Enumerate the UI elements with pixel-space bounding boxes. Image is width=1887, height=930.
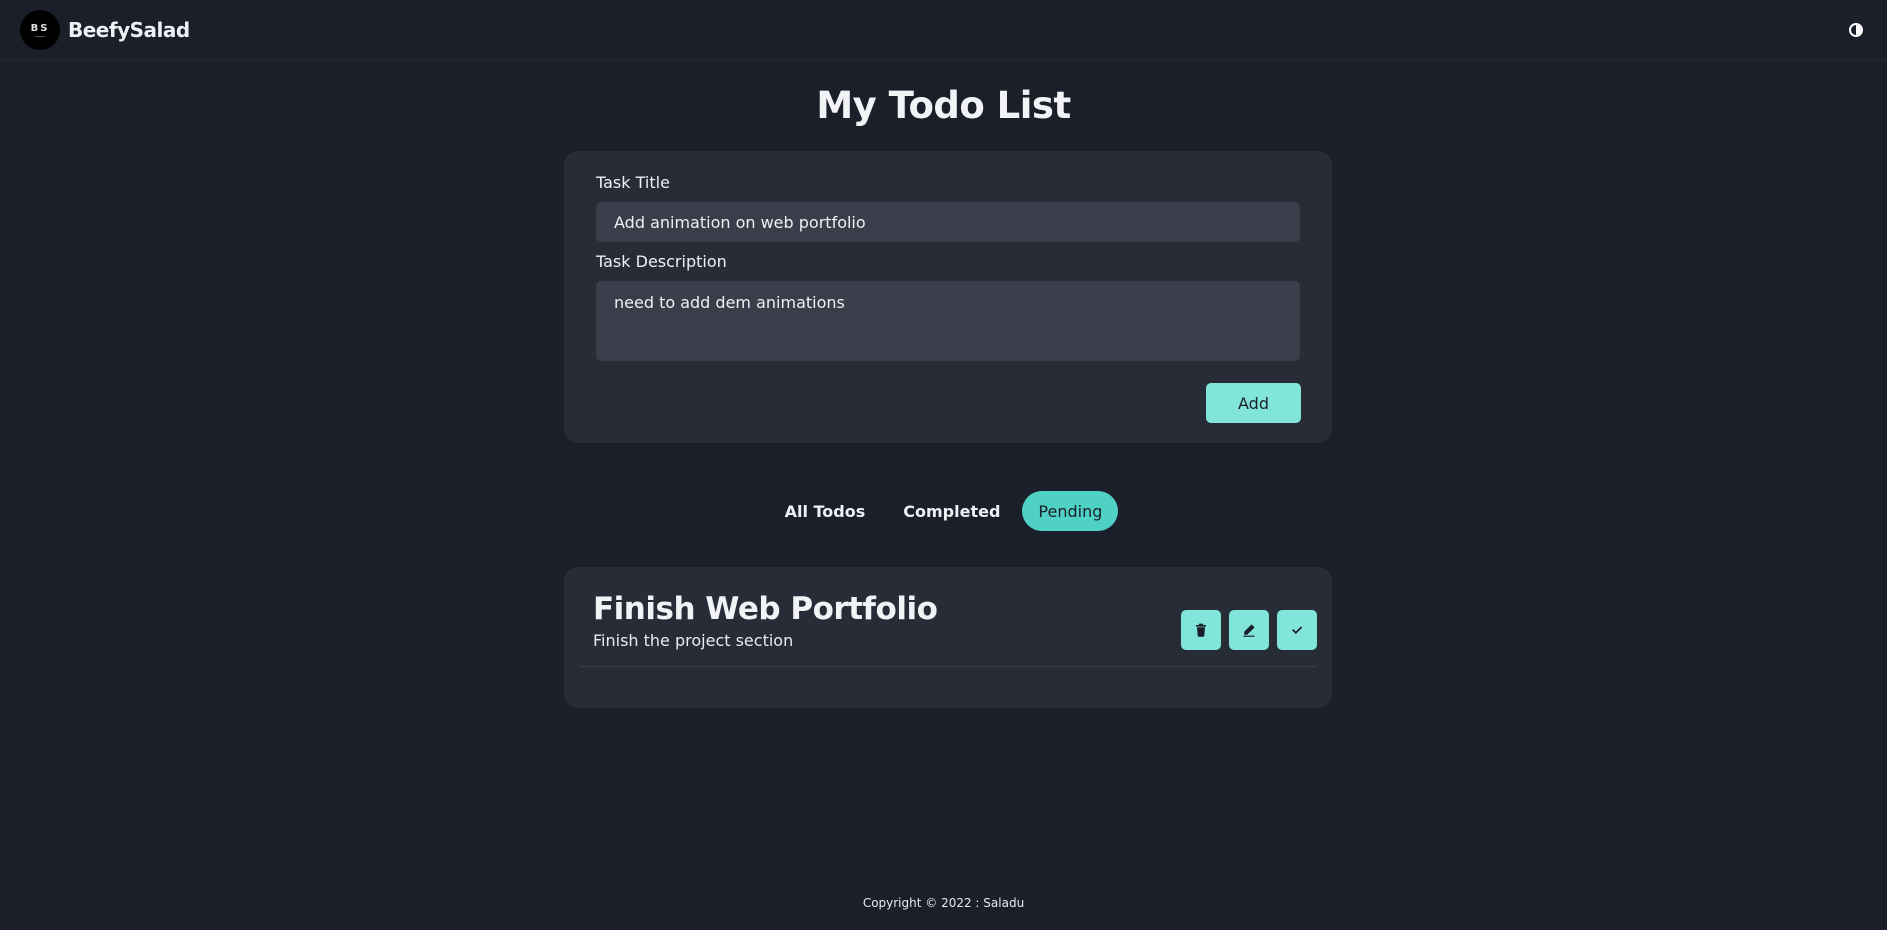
todo-title: Finish Web Portfolio [593, 591, 938, 627]
task-title-input[interactable] [596, 202, 1300, 242]
trash-icon [1196, 623, 1206, 637]
task-description-label: Task Description [596, 252, 727, 271]
logo-underline [35, 35, 45, 37]
delete-button[interactable] [1181, 610, 1221, 650]
todo-description: Finish the project section [593, 631, 794, 650]
todo-list: Finish Web Portfolio Finish the project … [564, 567, 1332, 708]
logo-text: BS [30, 22, 50, 34]
add-todo-form: Task Title Task Description need to add … [564, 151, 1332, 443]
brand-name: BeefySalad [68, 17, 190, 42]
add-button[interactable]: Add [1206, 383, 1301, 423]
task-title-label: Task Title [596, 173, 670, 192]
edit-button[interactable] [1229, 610, 1269, 650]
brand-link[interactable]: BS BeefySalad [20, 9, 190, 50]
tab-pending[interactable]: Pending [1022, 491, 1119, 531]
task-description-input[interactable]: need to add dem animations [596, 281, 1300, 361]
check-icon [1292, 626, 1303, 634]
edit-icon [1243, 624, 1255, 637]
brand-logo: BS [20, 9, 60, 50]
filter-tabs: All Todos Completed Pending [0, 491, 1887, 531]
contrast-icon[interactable] [1849, 22, 1863, 37]
todo-item: Finish Web Portfolio Finish the project … [579, 567, 1317, 667]
footer: Copyright © 2022 : Saladu [862, 896, 1025, 910]
complete-button[interactable] [1277, 610, 1317, 650]
navbar: BS BeefySalad [0, 0, 1887, 60]
page-title: My Todo List [816, 84, 1071, 127]
tab-completed[interactable]: Completed [887, 491, 1016, 531]
todo-actions [1181, 610, 1317, 650]
tab-all-todos[interactable]: All Todos [769, 491, 882, 531]
